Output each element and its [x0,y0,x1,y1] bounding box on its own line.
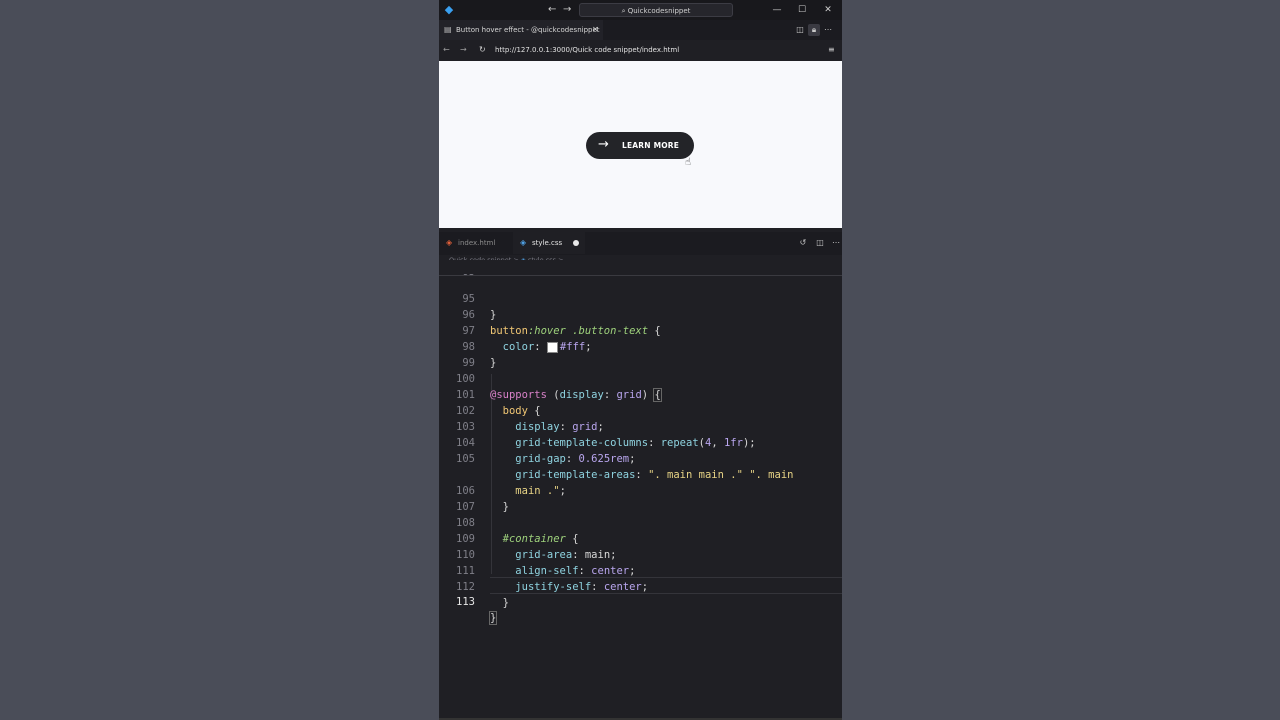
unsaved-dot-icon[interactable] [573,240,579,246]
code-line-98: 98 } [462,341,497,369]
split-editor-icon[interactable]: ◫ [814,237,826,249]
url-bar: ← → ↻ http://127.0.0.1:3000/Quick code s… [439,40,842,60]
title-bar: ◆ ← → ⌕ Quickcodesnippet — ☐ ✕ [439,0,842,20]
code-line-101: 101 body { [456,389,541,417]
browser-tab-title: Button hover effect - @quickcodesnippet [456,26,600,34]
forward-arrow-icon[interactable]: → [563,3,571,17]
learn-more-label: LEARN MORE [622,141,680,150]
code-line-108: 108 #container { [456,517,579,545]
css-file-icon: ◈ [520,238,527,247]
code-line-105: 105 grid-template-areas: ". main main ."… [456,453,794,481]
more-actions-icon[interactable]: ⋯ [822,24,834,36]
tab-index-html[interactable]: ◈ index.html [439,232,513,254]
search-icon: ⌕ [621,7,626,15]
code-line-112: 112 } [456,581,509,609]
lock-icon[interactable]: 🔒︎ [808,24,820,36]
tab-label: index.html [458,239,496,247]
text-caret [496,611,498,625]
browser-tab-bar: ▤ Button hover effect - @quickcodesnippe… [439,20,842,40]
preview-tab-icon: ▤ [444,25,452,34]
learn-more-button[interactable]: → LEARN MORE [586,132,694,159]
code-line-95: 95 } [462,293,497,321]
code-editor[interactable]: 92 button:hover .circle .icon.arrow { 95… [439,260,842,720]
reload-icon[interactable]: ↻ [479,43,486,57]
code-line-110: 110 align-self: center; [456,549,636,577]
browser-back-icon[interactable]: ← [443,43,450,57]
vscode-logo-icon: ◆ [444,3,454,16]
code-line-96: 96 button:hover .button-text { [462,309,661,337]
code-line-99: 99 [462,357,475,369]
url-input[interactable]: http://127.0.0.1:3000/Quick code snippet… [495,43,679,57]
html-file-icon: ◈ [446,238,453,247]
code-line-97: 97 color: #fff; [462,325,592,353]
command-center-label: Quickcodesnippet [627,7,691,15]
browser-tab[interactable]: ▤ Button hover effect - @quickcodesnippe… [439,20,603,40]
command-center-search[interactable]: ⌕ Quickcodesnippet [579,3,733,17]
split-editor-icon[interactable]: ◫ [794,24,806,36]
code-line-107: 107 [456,501,475,513]
tab-style-css[interactable]: ◈ style.css [513,232,585,254]
code-line-102: 102 display: grid; [456,405,604,433]
code-line-100: 100 @supports (display: grid) { [456,373,662,402]
sticky-scroll-line[interactable]: 92 button:hover .circle .icon.arrow { [439,260,842,276]
timeline-icon[interactable]: ↺ [797,237,809,249]
code-line-106: 106 } [456,485,509,513]
code-line-103: 103 grid-template-columns: repeat(4, 1fr… [456,421,756,449]
close-tab-icon[interactable]: ✕ [592,20,599,40]
browser-forward-icon[interactable]: → [460,43,467,57]
vscode-window: ◆ ← → ⌕ Quickcodesnippet — ☐ ✕ ▤ Button … [439,0,842,720]
hand-cursor-icon: ☝ [685,157,692,168]
menu-icon[interactable]: ≡ [828,43,835,57]
tab-label: style.css [532,239,563,247]
editor-tab-bar: ◈ index.html ◈ style.css ↺ ◫ ⋯ [439,232,842,255]
back-arrow-icon[interactable]: ← [548,3,556,17]
code-line-113: 113 } [456,596,498,625]
arrow-right-icon: → [598,137,609,152]
code-line-111: 111 justify-self: center; [456,565,649,593]
code-line-104: 104 grid-gap: 0.625rem; [456,437,636,465]
code-line-109: 109 grid-area: main; [456,533,617,561]
code-line-105-wrap: main ."; [515,485,566,497]
more-actions-icon[interactable]: ⋯ [830,237,842,249]
maximize-button[interactable]: ☐ [795,3,809,17]
browser-preview: → LEARN MORE ☝ [439,61,842,228]
close-window-button[interactable]: ✕ [821,3,835,17]
minimize-button[interactable]: — [770,3,784,17]
